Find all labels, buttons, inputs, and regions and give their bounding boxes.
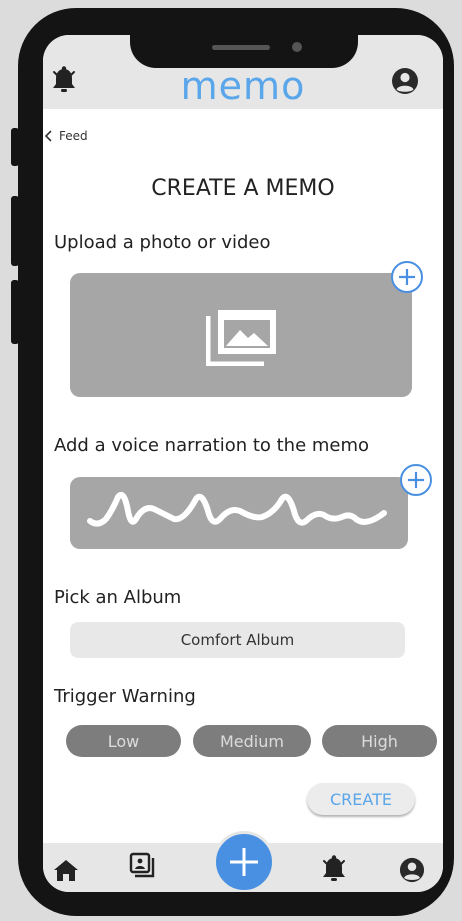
create-button[interactable]: CREATE [307,783,415,815]
waveform-icon [87,491,387,527]
phone-side-button [11,280,19,344]
home-icon[interactable] [53,858,79,882]
speaker-grille [212,45,270,50]
user-icon[interactable] [399,857,425,883]
phone-side-button [11,128,19,166]
back-label: Feed [59,129,88,143]
photos-icon[interactable] [129,852,157,880]
upload-label: Upload a photo or video [54,232,271,253]
user-icon[interactable] [391,67,419,95]
plus-icon [230,848,258,876]
phone-side-button [11,196,19,266]
album-select[interactable]: Comfort Album [70,622,405,658]
phone-notch [130,8,358,68]
plus-circle-icon [408,472,424,488]
voice-label: Add a voice narration to the memo [54,435,370,456]
album-label: Pick an Album [54,587,182,608]
bell-icon[interactable] [321,854,347,884]
voice-recorder[interactable] [70,477,408,549]
trigger-low-button[interactable]: Low [66,725,181,757]
app-logo: memo [180,64,306,108]
add-voice-button[interactable] [400,464,432,496]
upload-dropzone[interactable] [70,273,412,397]
front-camera [292,42,302,52]
photo-gallery-icon [206,310,276,366]
trigger-medium-button[interactable]: Medium [193,725,311,757]
chevron-left-icon [44,130,52,142]
back-link[interactable]: Feed [43,129,88,143]
page-title: CREATE A MEMO [151,176,335,201]
app-screen: memo Feed CREATE A MEMO Upload a photo o… [43,35,443,892]
trigger-warning-label: Trigger Warning [54,686,196,707]
trigger-high-button[interactable]: High [322,725,437,757]
add-photo-button[interactable] [391,261,423,293]
plus-circle-icon [399,269,415,285]
new-memo-fab[interactable] [213,831,275,892]
